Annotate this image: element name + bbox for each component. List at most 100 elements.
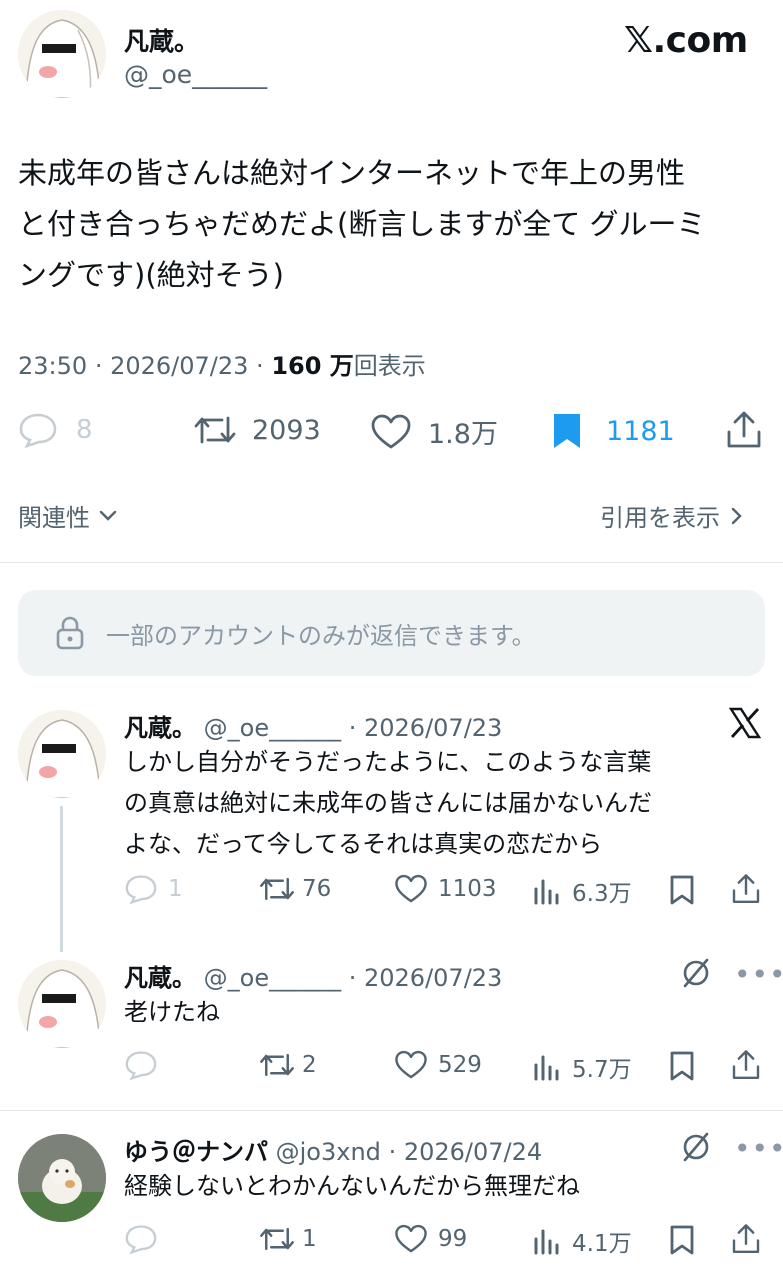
bar-chart-icon [532, 877, 560, 905]
reply-avatar[interactable] [18, 960, 106, 1048]
reply-header: 凡蔵。 @_oe______ · 2026/07/23 [124, 708, 502, 743]
meta-separator: · [256, 352, 272, 380]
views-count: 160 万 [271, 352, 354, 380]
retweet-icon [258, 1050, 296, 1080]
lock-icon [54, 615, 86, 651]
reply-date[interactable]: · 2026/07/23 [349, 964, 503, 992]
reply-button[interactable] [124, 1050, 158, 1080]
reply-author-name[interactable]: ゆう＠ナンパ [124, 1138, 268, 1166]
grok-icon[interactable] [680, 956, 712, 994]
relevance-label: 関連性 [18, 504, 90, 532]
bar-chart-icon [532, 1053, 560, 1081]
retweet-button[interactable]: 76 [258, 874, 331, 904]
reply-count: 1 [168, 876, 183, 902]
reply-button[interactable]: 8 [18, 412, 93, 448]
reply-author-name[interactable]: 凡蔵。 [124, 964, 196, 992]
bookmark-button[interactable] [668, 874, 696, 910]
reply-text: 経験しないとわかんないんだから無理だね [124, 1166, 580, 1207]
retweet-button[interactable]: 2093 [192, 412, 321, 448]
reply-author-handle[interactable]: @_oe______ [204, 714, 341, 742]
reply-count: 8 [76, 415, 93, 445]
brand-logo: 𝕏.com [624, 20, 748, 61]
share-button[interactable] [730, 1222, 762, 1260]
reply-text-line: 老けたね [124, 998, 220, 1026]
retweet-icon [192, 412, 238, 448]
bookmark-icon [550, 412, 584, 450]
reply-text-line: の真意は絶対に未成年の皆さんには届かないんだ [124, 789, 652, 817]
share-icon [724, 410, 764, 450]
bookmark-outline-icon [668, 874, 696, 906]
retweet-button[interactable]: 1 [258, 1224, 317, 1254]
share-button[interactable] [730, 1048, 762, 1086]
heart-icon [394, 874, 428, 904]
reply-restriction-notice: 一部のアカウントのみが返信できます。 [18, 590, 765, 676]
reply-date[interactable]: · 2026/07/23 [349, 714, 503, 742]
relevance-sort-button[interactable]: 関連性 [18, 498, 118, 533]
reply-avatar[interactable] [18, 1134, 106, 1222]
thread-line [60, 806, 63, 952]
reply-author-name[interactable]: 凡蔵。 [124, 714, 196, 742]
bar-chart-icon [532, 1227, 560, 1255]
retweet-button[interactable]: 2 [258, 1050, 317, 1080]
views-count: 6.3万 [572, 881, 632, 907]
reply-avatar[interactable] [18, 710, 106, 798]
reply-text: 老けたね [124, 992, 220, 1033]
reply-author-handle[interactable]: @_oe______ [204, 964, 341, 992]
x-logo-icon [728, 706, 762, 744]
views-button[interactable]: 4.1万 [532, 1224, 632, 1258]
like-button[interactable]: 529 [394, 1050, 482, 1080]
bookmark-button[interactable] [668, 1224, 696, 1260]
like-count: 1103 [438, 876, 497, 902]
share-button[interactable] [724, 410, 764, 454]
tweet-text-line: ングです)(絶対そう) [18, 258, 284, 292]
more-options-icon[interactable]: ••• [734, 958, 783, 991]
views-count: 4.1万 [572, 1231, 632, 1257]
reply-icon [18, 412, 58, 448]
author-avatar[interactable] [18, 10, 106, 98]
more-options-icon[interactable]: ••• [734, 1132, 783, 1165]
heart-icon [394, 1050, 428, 1080]
like-count: 1.8万 [428, 419, 498, 450]
reply-button[interactable]: 1 [124, 874, 183, 904]
bookmark-count: 1181 [606, 415, 675, 447]
reply-icon [124, 874, 158, 904]
retweet-count: 2 [302, 1052, 317, 1078]
share-icon [730, 1048, 762, 1082]
reply-button[interactable] [124, 1224, 158, 1254]
tweet-text-line: と付き合っちゃだめだよ(断言しますが全て グルーミ [18, 207, 706, 241]
reply-icon [124, 1224, 158, 1254]
like-button[interactable]: 1103 [394, 874, 497, 904]
chevron-down-icon [98, 509, 118, 523]
views-button[interactable]: 5.7万 [532, 1050, 632, 1084]
grok-icon[interactable] [680, 1130, 712, 1168]
retweet-count: 76 [302, 876, 332, 902]
like-button[interactable]: 1.8万 [370, 412, 498, 451]
reply-text-line: しかし自分がそうだったように、このような言葉 [124, 748, 652, 776]
views-count: 5.7万 [572, 1057, 632, 1083]
bookmark-outline-icon [668, 1224, 696, 1256]
reply-text-line: よな、だって今してるそれは真実の恋だから [124, 830, 603, 858]
bookmark-button[interactable] [668, 1050, 696, 1086]
share-icon [730, 1222, 762, 1256]
tweet-time[interactable]: 23:50 [18, 352, 87, 380]
author-handle[interactable]: @_oe______ [124, 60, 267, 89]
reply-date[interactable]: · 2026/07/24 [389, 1138, 543, 1166]
reply-header: 凡蔵。 @_oe______ · 2026/07/23 [124, 958, 502, 993]
reply-author-handle[interactable]: @jo3xnd [276, 1138, 381, 1166]
reply-header: ゆう＠ナンパ @jo3xnd · 2026/07/24 [124, 1132, 542, 1167]
heart-icon [394, 1224, 428, 1254]
tweet-date[interactable]: 2026/07/23 [110, 352, 248, 380]
reply-text: しかし自分がそうだったように、このような言葉 の真意は絶対に未成年の皆さんには届… [124, 742, 652, 865]
reply-text-line: 経験しないとわかんないんだから無理だね [124, 1172, 580, 1200]
share-button[interactable] [730, 872, 762, 910]
author-name[interactable]: 凡蔵。 [124, 22, 199, 58]
like-count: 529 [438, 1052, 482, 1078]
view-quotes-link[interactable]: 引用を表示 [600, 498, 744, 533]
retweet-icon [258, 1224, 296, 1254]
bookmark-button[interactable]: 1181 [550, 412, 675, 450]
like-button[interactable]: 99 [394, 1224, 467, 1254]
retweet-icon [258, 874, 296, 904]
chevron-right-icon [730, 506, 744, 526]
views-button[interactable]: 6.3万 [532, 874, 632, 908]
tweet-text: 未成年の皆さんは絶対インターネットで年上の男性 と付き合っちゃだめだよ(断言しま… [18, 148, 768, 301]
